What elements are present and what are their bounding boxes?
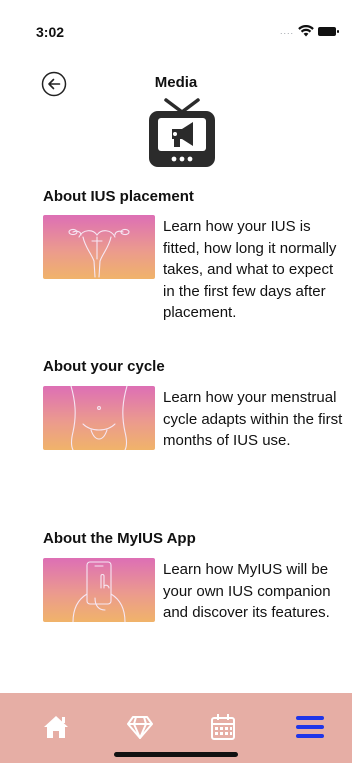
video-thumbnail-ius-placement[interactable] <box>43 215 155 279</box>
section-title-myius-app: About the MyIUS App <box>43 530 196 547</box>
status-time: 3:02 <box>36 24 65 40</box>
cellular-dots-icon: .... <box>279 25 294 36</box>
nav-home[interactable] <box>36 707 76 747</box>
home-icon <box>44 716 68 738</box>
nav-diamond[interactable] <box>120 707 160 747</box>
menu-icon <box>296 716 324 738</box>
calendar-icon <box>211 714 235 740</box>
phone-in-hands-illustration <box>72 561 126 622</box>
wifi-icon <box>298 25 314 37</box>
section-title-ius-placement: About IUS placement <box>43 188 194 205</box>
status-icons: .... <box>279 25 339 37</box>
section-description-myius-app: Learn how MyIUS will be your own IUS com… <box>163 561 331 621</box>
section-description-ius-placement: Learn how your IUS is fitted, how long i… <box>163 218 337 321</box>
bottom-nav <box>0 693 352 763</box>
section-title-cycle: About your cycle <box>43 358 165 375</box>
uterus-illustration <box>68 228 130 278</box>
section-description-cycle: Learn how your menstrual cycle adapts wi… <box>163 389 343 449</box>
video-thumbnail-cycle[interactable] <box>43 386 155 450</box>
status-bar: 3:02 .... <box>0 0 352 60</box>
diamond-icon <box>127 716 153 739</box>
battery-icon <box>318 26 339 36</box>
nav-calendar[interactable] <box>203 707 243 747</box>
tv-megaphone-icon <box>142 98 222 170</box>
body-illustration <box>70 386 128 450</box>
nav-menu[interactable] <box>290 707 330 747</box>
page-title: Media <box>154 74 198 91</box>
video-thumbnail-myius-app[interactable] <box>43 558 155 622</box>
home-indicator <box>114 752 238 757</box>
